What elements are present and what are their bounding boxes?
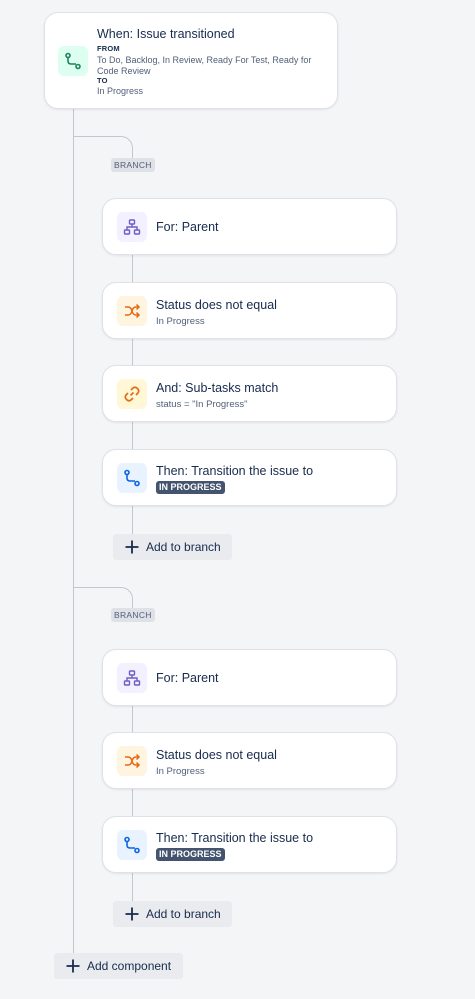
transition-icon [58, 46, 88, 76]
hierarchy-icon [117, 212, 147, 242]
add-to-branch-button[interactable]: Add to branch [113, 901, 232, 927]
plus-icon [125, 540, 139, 554]
branch-for-card[interactable]: For: Parent [102, 198, 397, 255]
add-component-button[interactable]: Add component [54, 953, 183, 979]
card-title: And: Sub-tasks match [156, 381, 279, 395]
plus-icon [125, 907, 139, 921]
action-card[interactable]: Then: Transition the issue to IN PROGRES… [102, 449, 397, 506]
branch-2-connector [73, 587, 133, 610]
trigger-card[interactable]: When: Issue transitioned FROM To Do, Bac… [44, 12, 338, 109]
to-value: In Progress [97, 86, 144, 96]
card-title: For: Parent [156, 220, 219, 234]
branch-label: BRANCH [111, 608, 155, 622]
card-subtitle: In Progress [156, 766, 205, 777]
hierarchy-icon [117, 663, 147, 693]
transition-icon [117, 830, 147, 860]
to-label: TO [97, 76, 108, 85]
from-label: FROM [97, 44, 120, 53]
card-subtitle: In Progress [156, 316, 205, 327]
shuffle-icon [117, 296, 147, 326]
trigger-title: When: Issue transitioned [97, 27, 235, 41]
card-title: For: Parent [156, 671, 219, 685]
status-lozenge: IN PROGRESS [156, 848, 225, 861]
condition-card[interactable]: Status does not equal In Progress [102, 282, 397, 339]
card-subtitle: status = "In Progress" [156, 399, 248, 410]
shuffle-icon [117, 746, 147, 776]
status-lozenge: IN PROGRESS [156, 481, 225, 494]
branch-for-card[interactable]: For: Parent [102, 649, 397, 706]
card-title: Status does not equal [156, 298, 277, 312]
button-label: Add to branch [146, 907, 221, 921]
and-condition-card[interactable]: And: Sub-tasks match status = "In Progre… [102, 365, 397, 422]
from-value: To Do, Backlog, In Review, Ready For Tes… [97, 55, 312, 76]
branch-label: BRANCH [111, 158, 155, 172]
link-icon [117, 379, 147, 409]
add-to-branch-button[interactable]: Add to branch [113, 534, 232, 560]
branch-1-connector [73, 136, 133, 159]
button-label: Add component [87, 959, 172, 973]
transition-icon [117, 463, 147, 493]
condition-card[interactable]: Status does not equal In Progress [102, 732, 397, 789]
card-title: Then: Transition the issue to [156, 831, 314, 845]
button-label: Add to branch [146, 540, 221, 554]
action-card[interactable]: Then: Transition the issue to IN PROGRES… [102, 816, 397, 873]
plus-icon [66, 959, 80, 973]
card-title: Then: Transition the issue to [156, 464, 314, 478]
card-title: Status does not equal [156, 748, 277, 762]
main-connector [73, 109, 74, 966]
